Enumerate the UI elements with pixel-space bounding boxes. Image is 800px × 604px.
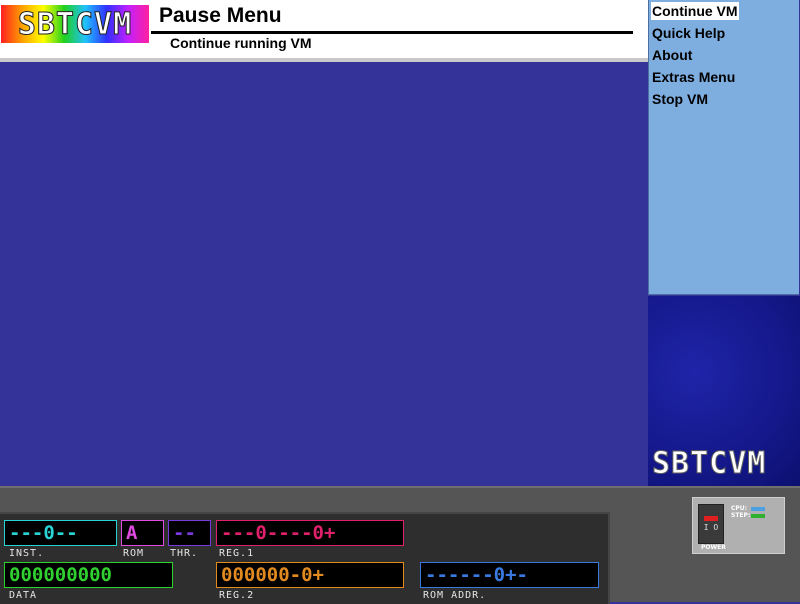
rom-addr-register: ------0+- — [420, 562, 599, 588]
thr-register: -- — [168, 520, 211, 546]
side-logo-text: SBTCVM — [651, 446, 767, 482]
logo-text: SBTCVM — [17, 6, 133, 42]
title-divider — [151, 31, 633, 34]
reg1-register: ---0----0+ — [216, 520, 404, 546]
data-register: 000000000 — [4, 562, 173, 588]
menu-item-about[interactable]: About — [651, 46, 693, 64]
sbtcvm-logo: SBTCVM — [1, 5, 149, 43]
menu-item-stop-vm[interactable]: Stop VM — [651, 90, 709, 108]
power-label: POWER — [701, 544, 726, 551]
vm-display-area — [0, 62, 648, 486]
rom-register-label: ROM — [123, 548, 145, 559]
menu-item-continue-vm[interactable]: Continue VM — [651, 2, 739, 20]
rom-register: A — [121, 520, 164, 546]
inst-register-label: INST. — [9, 548, 45, 559]
cpu-led-row: CPU: — [731, 505, 765, 512]
step-led-row: STEP: — [731, 512, 765, 519]
reg2-register: 000000-0+ — [216, 562, 404, 588]
rom-addr-register-label: ROM ADDR. — [423, 590, 487, 601]
reg2-register-label: REG.2 — [219, 590, 255, 601]
reg1-register-label: REG.1 — [219, 548, 255, 559]
cpu-led — [751, 506, 765, 511]
menu-item-quick-help[interactable]: Quick Help — [651, 24, 726, 42]
pause-menu: Continue VM Quick Help About Extras Menu… — [648, 0, 799, 295]
side-logo-panel: SBTCVM — [648, 296, 800, 486]
power-indicator-icon — [704, 516, 718, 521]
power-panel: I O POWER CPU: STEP: — [692, 497, 785, 554]
thr-register-label: THR. — [170, 548, 199, 559]
cpu-led-label: CPU: — [731, 505, 748, 512]
data-register-label: DATA — [9, 590, 38, 601]
status-panel: ---0-- INST. A ROM -- THR. ---0----0+ RE… — [0, 486, 800, 604]
inst-register: ---0-- — [4, 520, 117, 546]
menu-item-extras-menu[interactable]: Extras Menu — [651, 68, 736, 86]
power-switch-text: I O — [703, 523, 719, 532]
step-led-label: STEP: — [731, 512, 751, 519]
header-bar: SBTCVM Pause Menu Continue running VM — [0, 0, 648, 58]
register-board: ---0-- INST. A ROM -- THR. ---0----0+ RE… — [0, 512, 610, 604]
step-led — [751, 513, 765, 518]
page-title: Pause Menu — [159, 4, 282, 27]
page-subtitle: Continue running VM — [170, 35, 312, 51]
power-switch[interactable]: I O — [698, 504, 724, 544]
